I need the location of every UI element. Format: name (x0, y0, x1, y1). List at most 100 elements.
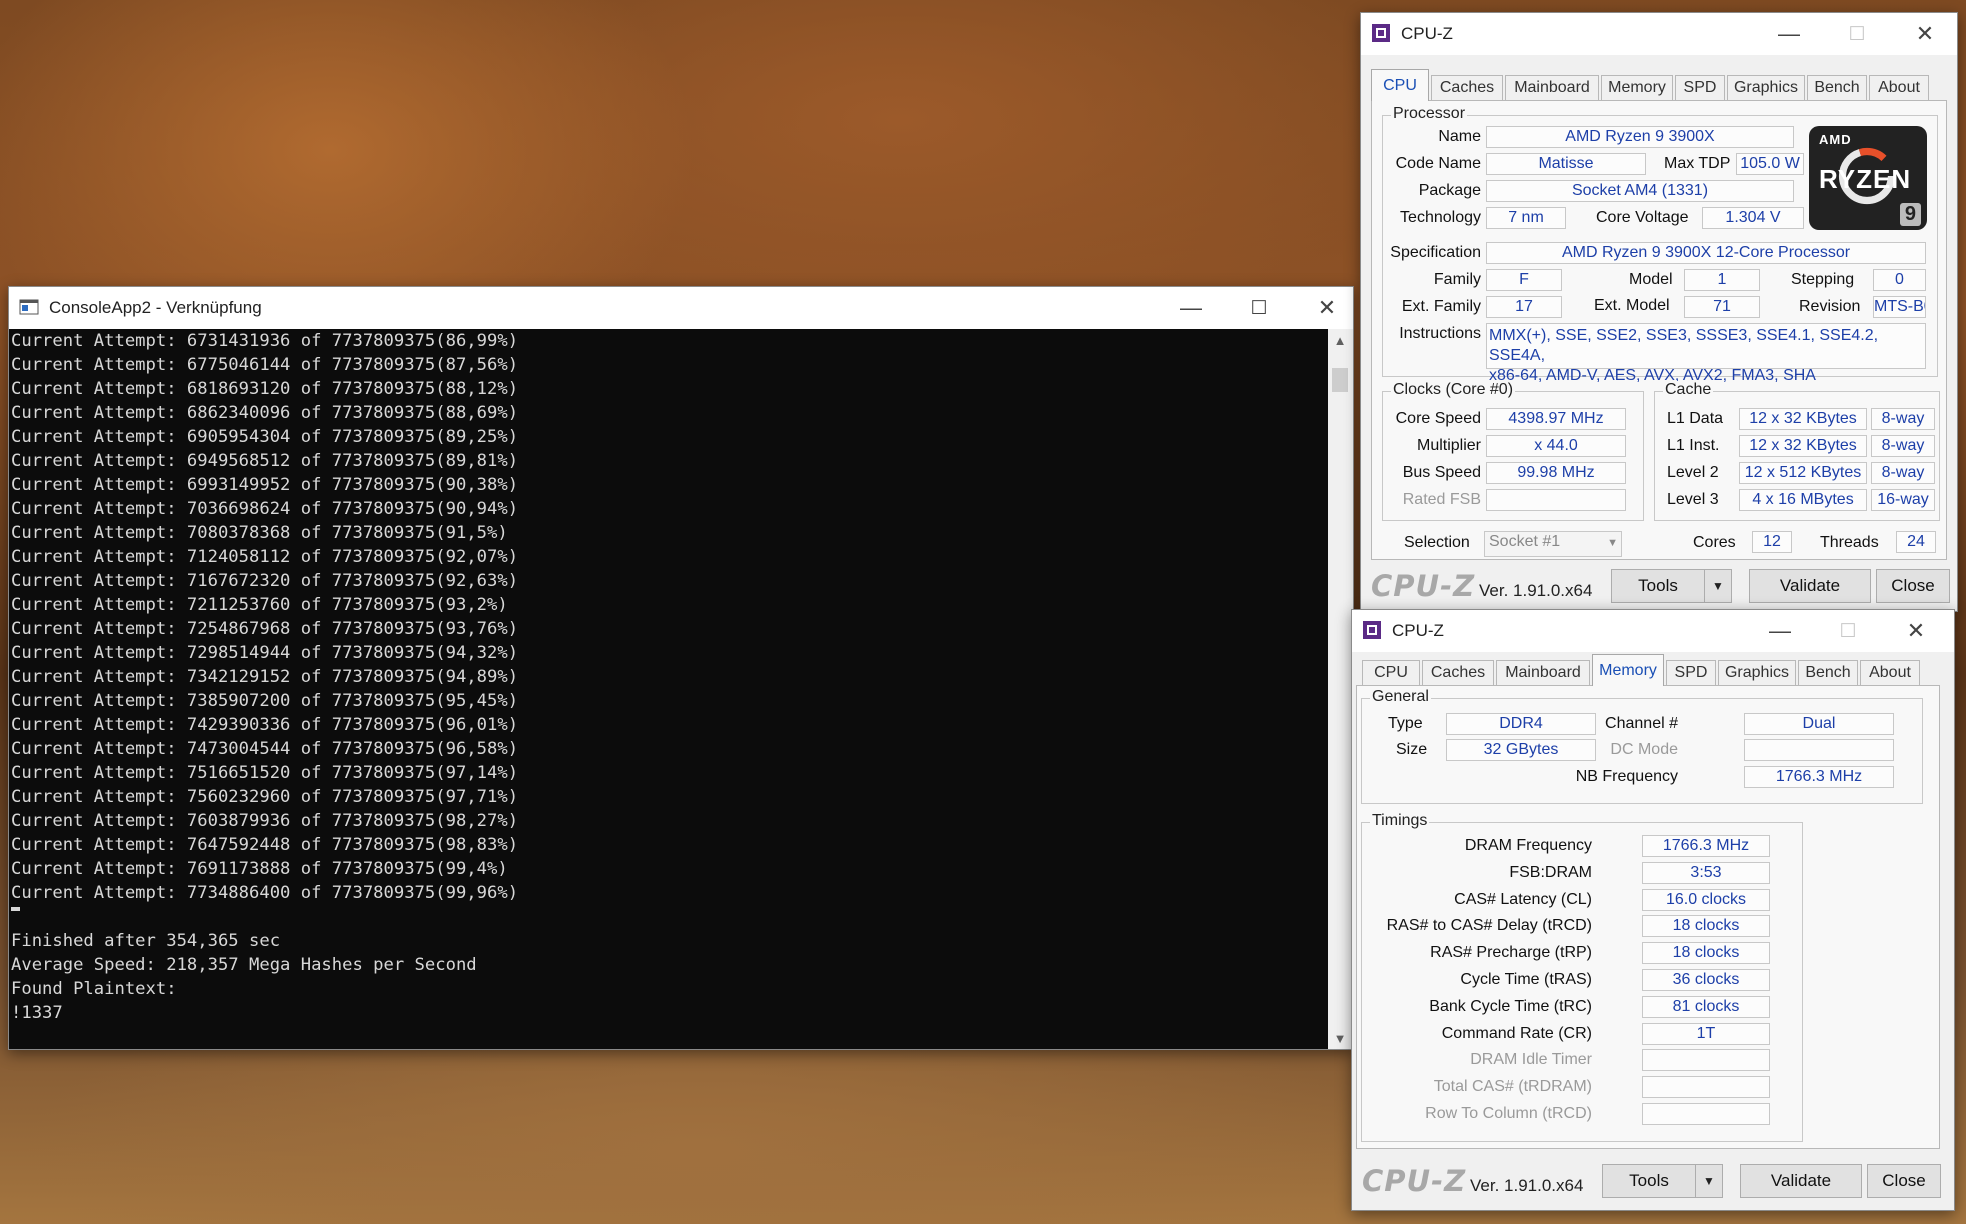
timing-value (1642, 1076, 1770, 1099)
codename-value: Matisse (1486, 153, 1646, 175)
console-attempt-line: Current Attempt: 6905954304 of 773780937… (11, 427, 519, 447)
console-attempt-line: Current Attempt: 7647592448 of 773780937… (11, 835, 519, 855)
timing-label: DRAM Idle Timer (1470, 1051, 1592, 1069)
close-window-button[interactable]: Close (1867, 1164, 1941, 1198)
instructions-value: MMX(+), SSE, SSE2, SSE3, SSSE3, SSE4.1, … (1486, 323, 1926, 384)
package-value: Socket AM4 (1331) (1486, 180, 1794, 202)
level2-label: Level 2 (1667, 464, 1719, 481)
timing-value: 18 clocks (1642, 942, 1770, 965)
chevron-down-icon: ▼ (1607, 537, 1618, 549)
cpuz-cpu-title: CPU-Z (1401, 24, 1453, 43)
tab-mainboard[interactable]: Mainboard (1505, 75, 1599, 100)
tab-spd[interactable]: SPD (1666, 660, 1716, 685)
ryzen-wordmark: RYZEN (1819, 164, 1912, 194)
ratedfsb-label: Rated FSB (1402, 491, 1481, 508)
tab-graphics[interactable]: Graphics (1727, 75, 1805, 100)
minimize-button[interactable]: — (1752, 610, 1808, 652)
cpuz-tab-bar: CPU Caches Mainboard Memory SPD Graphics Bench… (1371, 69, 1951, 101)
console-found-label: Found Plaintext: (11, 979, 177, 999)
ryzen-9-logo: AMD RYZEN 9 (1809, 126, 1927, 230)
corevoltage-value: 1.304 V (1702, 207, 1804, 229)
selection-dropdown[interactable]: Socket #1 ▼ (1484, 531, 1622, 557)
console-attempt-line: Current Attempt: 7342129152 of 773780937… (11, 667, 519, 687)
type-value: DDR4 (1446, 713, 1596, 735)
scroll-up-arrow-icon[interactable]: ▲ (1328, 329, 1352, 351)
console-scrollbar[interactable]: ▲ ▼ (1328, 329, 1352, 1049)
console-cursor-line (9, 905, 1328, 929)
console-output[interactable]: Current Attempt: 6731431936 of 773780937… (9, 329, 1328, 1049)
tools-button[interactable]: Tools (1611, 569, 1705, 603)
stepping-label: Stepping (1791, 271, 1855, 288)
l1data-way-value: 8-way (1871, 408, 1935, 430)
ratedfsb-value (1486, 489, 1626, 511)
console-attempt-line: Current Attempt: 7385907200 of 773780937… (11, 691, 519, 711)
tools-button[interactable]: Tools (1602, 1164, 1696, 1198)
maximize-button[interactable]: ☐ (1231, 287, 1287, 329)
close-window-button[interactable]: Close (1876, 569, 1950, 603)
cpuz-memory-titlebar[interactable]: CPU-Z — ☐ ✕ (1352, 610, 1954, 652)
close-button[interactable]: ✕ (1888, 610, 1944, 652)
tab-caches[interactable]: Caches (1431, 75, 1503, 100)
dcmode-value (1744, 739, 1894, 761)
console-title: ConsoleApp2 - Verknüpfung (49, 298, 262, 317)
cpuz-memory-window[interactable]: CPU-Z — ☐ ✕ CPU Caches Mainboard Memory SPD G… (1351, 609, 1955, 1211)
model-label: Model (1629, 271, 1673, 288)
tab-bench[interactable]: Bench (1798, 660, 1858, 685)
tools-dropdown-chevron-down-icon[interactable]: ▼ (1704, 569, 1732, 603)
timing-value: 3:53 (1642, 861, 1770, 884)
cpuz-memory-panel: General Type DDR4 Size 32 GBytes Channel… (1356, 685, 1940, 1149)
instructions-line-1: MMX(+), SSE, SSE2, SSE3, SSSE3, SSE4.1, … (1489, 327, 1879, 364)
specification-value: AMD Ryzen 9 3900X 12-Core Processor (1486, 242, 1926, 264)
console-titlebar[interactable]: ConsoleApp2 - Verknüpfung — ☐ ✕ (9, 287, 1353, 329)
corevoltage-label: Core Voltage (1596, 209, 1689, 226)
codename-label: Code Name (1395, 155, 1481, 172)
timing-label: RAS# to CAS# Delay (tRCD) (1386, 917, 1592, 935)
console-window[interactable]: ConsoleApp2 - Verknüpfung — ☐ ✕ Current … (8, 286, 1354, 1050)
close-button[interactable]: ✕ (1897, 13, 1953, 55)
timing-value: 1766.3 MHz (1642, 835, 1770, 857)
minimize-button[interactable]: — (1163, 287, 1219, 329)
specification-label: Specification (1390, 244, 1481, 261)
tab-about[interactable]: About (1860, 660, 1920, 685)
general-group-title: General (1370, 688, 1431, 706)
processor-group-title: Processor (1391, 105, 1468, 123)
cpuz-cpu-window[interactable]: CPU-Z — ☐ ✕ CPU Caches Mainboard Memory SPD G… (1360, 12, 1958, 612)
channel-value: Dual (1744, 713, 1894, 735)
tab-graphics[interactable]: Graphics (1718, 660, 1796, 685)
tab-caches[interactable]: Caches (1422, 660, 1494, 685)
console-finished-line: Finished after 354,365 sec (11, 931, 281, 951)
l1inst-label: L1 Inst. (1667, 437, 1720, 454)
validate-button[interactable]: Validate (1740, 1164, 1862, 1198)
corespeed-label: Core Speed (1395, 410, 1481, 427)
console-plaintext: !1337 (11, 1003, 63, 1023)
cores-label: Cores (1693, 534, 1736, 551)
extmodel-value: 71 (1684, 296, 1760, 318)
technology-value: 7 nm (1486, 207, 1566, 229)
dcmode-label: DC Mode (1610, 741, 1678, 758)
tab-about[interactable]: About (1869, 75, 1929, 100)
validate-button[interactable]: Validate (1749, 569, 1871, 603)
cpuz-tab-bar: CPU Caches Mainboard Memory SPD Graphics Bench… (1362, 654, 1942, 686)
console-attempt-line: Current Attempt: 6949568512 of 773780937… (11, 451, 519, 471)
tab-memory[interactable]: Memory (1601, 75, 1673, 100)
tab-memory[interactable]: Memory (1592, 654, 1664, 686)
minimize-button[interactable]: — (1761, 13, 1817, 55)
tab-bench[interactable]: Bench (1807, 75, 1867, 100)
tools-dropdown-chevron-down-icon[interactable]: ▼ (1695, 1164, 1723, 1198)
size-value: 32 GBytes (1446, 739, 1596, 761)
level3-way-value: 16-way (1871, 489, 1935, 511)
timing-label: FSB:DRAM (1509, 863, 1592, 881)
cpuz-cpu-titlebar[interactable]: CPU-Z — ☐ ✕ (1361, 13, 1957, 55)
scrollbar-thumb[interactable] (1332, 368, 1348, 392)
ryzen-tier-badge: 9 (1899, 203, 1921, 226)
console-attempt-line: Current Attempt: 6862340096 of 773780937… (11, 403, 519, 423)
tab-spd[interactable]: SPD (1675, 75, 1725, 100)
name-value: AMD Ryzen 9 3900X (1486, 126, 1794, 148)
tab-cpu[interactable]: CPU (1362, 660, 1420, 685)
close-button[interactable]: ✕ (1299, 287, 1355, 329)
tab-cpu[interactable]: CPU (1371, 69, 1429, 101)
maxtdp-value: 105.0 W (1736, 153, 1804, 175)
console-attempt-line: Current Attempt: 7211253760 of 773780937… (11, 595, 508, 615)
scroll-down-arrow-icon[interactable]: ▼ (1328, 1027, 1352, 1049)
tab-mainboard[interactable]: Mainboard (1496, 660, 1590, 685)
